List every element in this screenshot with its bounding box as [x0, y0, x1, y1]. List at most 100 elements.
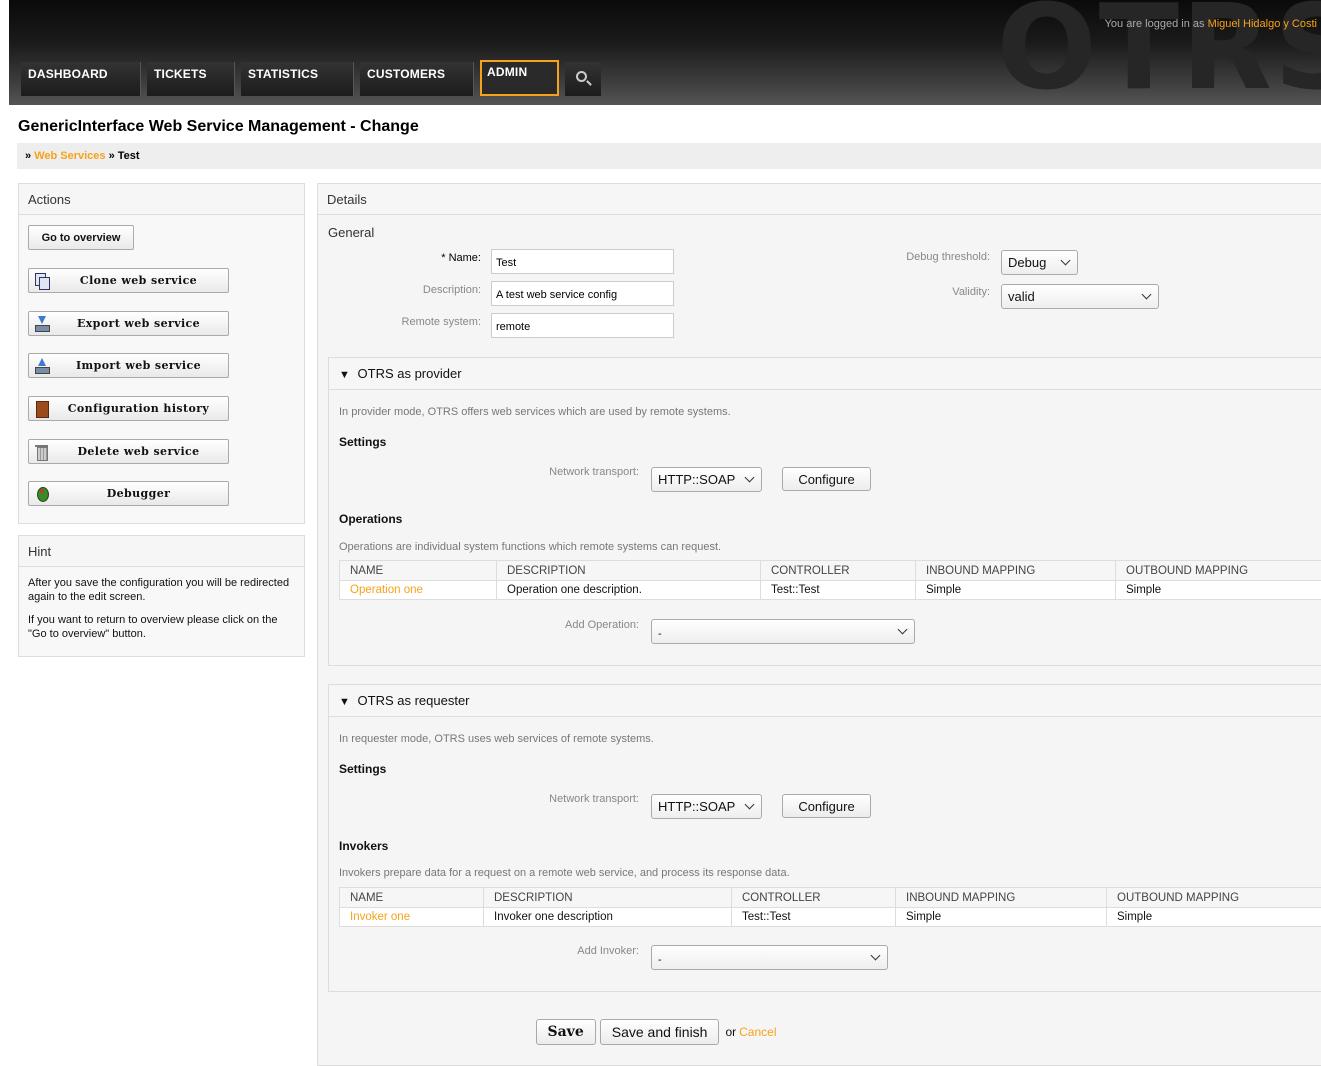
table-cell: Test::Test — [731, 907, 896, 927]
page-title: GenericInterface Web Service Management … — [18, 118, 419, 135]
requester-transport-select[interactable]: HTTP::SOAP — [651, 794, 762, 819]
name-label: * Name: — [441, 252, 481, 264]
table-cell: Simple — [1106, 907, 1321, 927]
col-header: INBOUND MAPPING — [915, 560, 1116, 581]
actions-title: Actions — [19, 184, 304, 215]
requester-configure-button[interactable]: Configure — [782, 794, 871, 818]
provider-transport-select[interactable]: HTTP::SOAP — [651, 467, 762, 492]
requester-section: ▼ OTRS as requester In requester mode, O… — [328, 684, 1321, 992]
main-nav: DASHBOARD TICKETS STATISTICS CUSTOMERS A… — [21, 60, 601, 96]
save-button[interactable]: Save — [535, 1019, 596, 1045]
requester-transport-value: HTTP::SOAP — [658, 799, 736, 814]
clone-label: Clone web service — [79, 274, 198, 287]
col-header: INBOUND MAPPING — [895, 887, 1107, 908]
chevron-down-icon — [744, 472, 755, 483]
history-icon — [35, 400, 49, 418]
export-web-service-button[interactable]: Export web service — [28, 311, 229, 336]
clone-web-service-button[interactable]: Clone web service — [28, 268, 229, 293]
table-cell: Simple — [895, 907, 1107, 927]
provider-section: ▼ OTRS as provider In provider mode, OTR… — [328, 357, 1321, 666]
add-invoker-value: - — [658, 954, 662, 966]
bug-icon — [35, 486, 49, 502]
table-cell: Simple — [915, 580, 1116, 600]
requester-transport-label: Network transport: — [549, 793, 639, 805]
configuration-history-button[interactable]: Configuration history — [28, 396, 229, 421]
invokers-intro: Invokers prepare data for a request on a… — [339, 867, 790, 879]
remote-system-input[interactable]: remote — [491, 313, 674, 338]
save-and-finish-button[interactable]: Save and finish — [599, 1019, 720, 1045]
chevron-down-icon — [897, 624, 908, 635]
table-cell: Operation one description. — [496, 580, 761, 600]
general-title: General — [328, 225, 375, 240]
triangle-down-icon: ▼ — [339, 369, 350, 381]
top-header: OTRS You are logged in as Miguel Hidalgo… — [9, 0, 1321, 105]
breadcrumb-web-services-link[interactable]: Web Services — [34, 150, 105, 162]
cancel-link[interactable]: Cancel — [739, 1025, 776, 1039]
import-web-service-button[interactable]: Import web service — [28, 353, 229, 378]
import-icon — [35, 357, 50, 374]
nav-search-button[interactable] — [565, 62, 601, 96]
or-text: or — [725, 1025, 737, 1039]
hint-text: If you want to return to overview please… — [28, 614, 278, 640]
history-label: Configuration history — [67, 402, 210, 415]
hint-title: Hint — [19, 536, 304, 567]
provider-transport-label: Network transport: — [549, 466, 639, 478]
add-operation-value: - — [658, 628, 662, 640]
col-header: CONTROLLER — [760, 560, 916, 581]
name-input[interactable]: Test — [491, 249, 674, 274]
validity-value: valid — [1008, 289, 1035, 304]
hint-panel: Hint After you save the configuration yo… — [18, 535, 305, 657]
provider-intro: In provider mode, OTRS offers web servic… — [339, 406, 731, 418]
invoker-name-link[interactable]: Invoker one — [339, 907, 484, 927]
logged-in-info: You are logged in as Miguel Hidalgo y Co… — [1105, 18, 1317, 30]
col-header: DESCRIPTION — [496, 560, 761, 581]
export-icon — [35, 315, 50, 332]
remote-system-label: Remote system: — [401, 316, 481, 328]
delete-web-service-button[interactable]: Delete web service — [28, 439, 229, 464]
add-invoker-label: Add Invoker: — [577, 945, 639, 957]
debugger-label: Debugger — [106, 487, 171, 500]
requester-title: OTRS as requester — [357, 693, 470, 708]
nav-customers[interactable]: CUSTOMERS — [360, 62, 474, 96]
description-label: Description: — [422, 284, 481, 296]
debug-threshold-label: Debug threshold: — [906, 251, 990, 263]
table-row[interactable]: Invoker one Invoker one description Test… — [339, 907, 1321, 927]
nav-dashboard[interactable]: DASHBOARD — [21, 62, 141, 96]
chevron-down-icon — [744, 799, 755, 810]
export-label: Export web service — [76, 317, 201, 330]
table-cell: Simple — [1115, 580, 1321, 600]
requester-settings-title: Settings — [339, 762, 387, 776]
provider-section-toggle[interactable]: ▼ OTRS as provider — [329, 358, 1321, 390]
chevron-down-icon — [870, 950, 881, 961]
provider-transport-value: HTTP::SOAP — [658, 472, 736, 487]
provider-configure-button[interactable]: Configure — [782, 467, 871, 491]
table-row[interactable]: Operation one Operation one description.… — [339, 580, 1321, 600]
nav-statistics[interactable]: STATISTICS — [241, 62, 354, 96]
add-operation-select[interactable]: - — [651, 619, 915, 644]
provider-settings-title: Settings — [339, 435, 387, 449]
table-cell: Test::Test — [760, 580, 916, 600]
breadcrumb-current: Test — [117, 150, 140, 162]
logged-in-user-link[interactable]: Miguel Hidalgo y Costi — [1208, 18, 1317, 30]
requester-section-toggle[interactable]: ▼ OTRS as requester — [329, 685, 1321, 717]
operations-intro: Operations are individual system functio… — [339, 541, 722, 553]
validity-select[interactable]: valid — [1001, 284, 1159, 309]
debug-threshold-select[interactable]: Debug — [1001, 250, 1078, 275]
col-header: OUTBOUND MAPPING — [1115, 560, 1321, 581]
clone-icon — [35, 272, 50, 290]
chevron-down-icon — [1060, 255, 1071, 266]
description-input[interactable]: A test web service config — [491, 281, 674, 306]
details-panel: Details General * Name: Test Description… — [317, 183, 1321, 1066]
table-cell: Invoker one description — [483, 907, 732, 927]
debug-threshold-value: Debug — [1008, 255, 1047, 270]
nav-admin[interactable]: ADMIN — [480, 60, 559, 96]
add-invoker-select[interactable]: - — [651, 945, 888, 970]
invokers-table: NAME DESCRIPTION CONTROLLER INBOUND MAPP… — [339, 887, 1321, 927]
form-actions: Save Save and finish or Cancel — [326, 1019, 986, 1045]
debugger-button[interactable]: Debugger — [28, 481, 229, 506]
operation-name-link[interactable]: Operation one — [339, 580, 497, 600]
nav-tickets[interactable]: TICKETS — [147, 62, 235, 96]
go-to-overview-button[interactable]: Go to overview — [28, 225, 134, 250]
validity-label: Validity: — [952, 286, 990, 298]
col-header: DESCRIPTION — [483, 887, 732, 908]
